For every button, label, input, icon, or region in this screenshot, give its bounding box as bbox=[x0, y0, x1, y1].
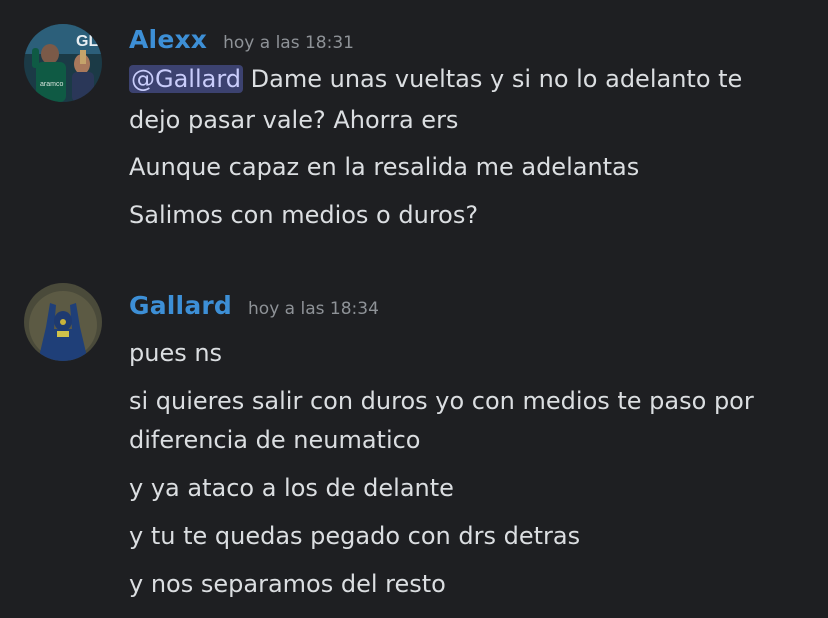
timestamp: hoy a las 18:31 bbox=[223, 33, 354, 53]
message-line: si quieres salir con duros yo con medios… bbox=[129, 387, 754, 415]
message-line: diferencia de neumatico bbox=[129, 426, 421, 454]
message-line: Salimos con medios o duros? bbox=[129, 201, 479, 229]
message-line: y ya ataco a los de delante bbox=[129, 474, 454, 502]
username[interactable]: Gallard bbox=[129, 291, 232, 320]
avatar[interactable] bbox=[24, 283, 102, 361]
message-header: Gallard hoy a las 18:34 bbox=[129, 291, 379, 320]
avatar[interactable]: GL aramco bbox=[24, 24, 102, 102]
user-mention[interactable]: @Gallard bbox=[129, 65, 244, 93]
message-line: dejo pasar vale? Ahorra ers bbox=[129, 106, 459, 134]
avatar-alexx-icon: GL aramco bbox=[24, 24, 102, 102]
message-line: y nos separamos del resto bbox=[129, 570, 446, 598]
message-header: Alexx hoy a las 18:31 bbox=[129, 25, 354, 54]
svg-text:GL: GL bbox=[76, 33, 98, 50]
message-line: pues ns bbox=[129, 339, 223, 367]
svg-text:aramco: aramco bbox=[40, 81, 63, 88]
avatar-gallard-icon bbox=[24, 283, 102, 361]
message-line: @Gallard Dame unas vueltas y si no lo ad… bbox=[129, 60, 742, 98]
message-line: y tu te quedas pegado con drs detras bbox=[129, 522, 581, 550]
username[interactable]: Alexx bbox=[129, 25, 207, 54]
message-text: Dame unas vueltas y si no lo adelanto te bbox=[243, 65, 743, 93]
timestamp: hoy a las 18:34 bbox=[248, 299, 379, 319]
message-line: Aunque capaz en la resalida me adelantas bbox=[129, 153, 640, 181]
